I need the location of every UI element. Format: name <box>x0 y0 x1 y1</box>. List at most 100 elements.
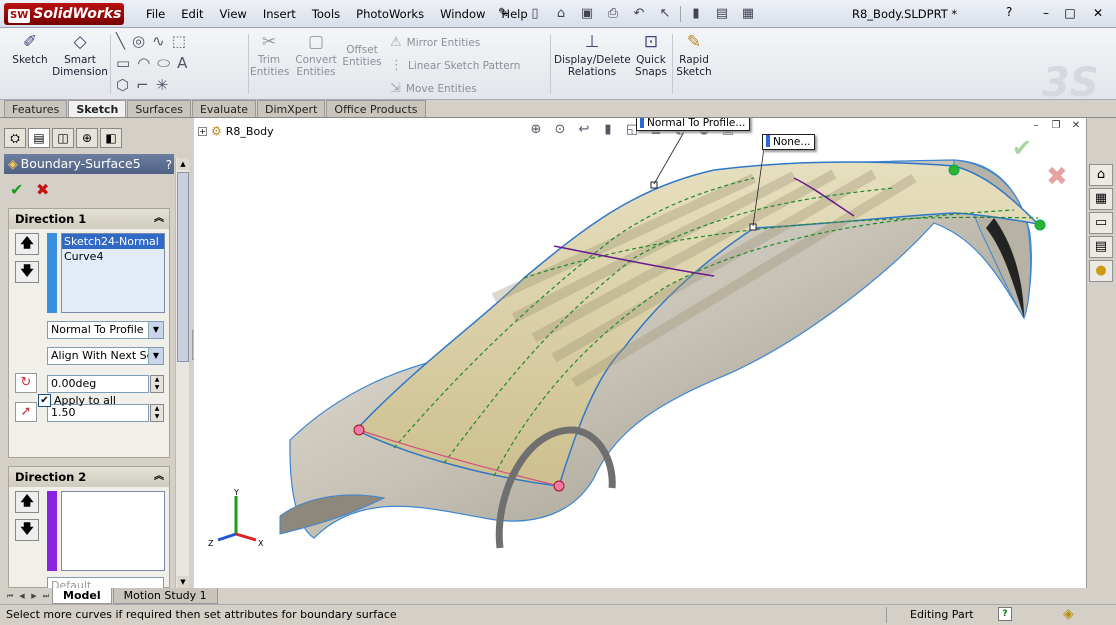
app-logo[interactable]: SW SolidWorks <box>4 3 124 25</box>
design-library-icon[interactable]: ▦ <box>1089 188 1113 210</box>
display-delete-relations-button[interactable]: ⊥ Display/Delete Relations <box>554 32 631 78</box>
pin-icon[interactable]: ✎ <box>498 6 509 21</box>
smart-dimension-button[interactable]: ◇ Smart Dimension <box>52 32 108 78</box>
draft-angle-stepper[interactable]: ▲ ▼ <box>150 375 164 393</box>
move-up-button[interactable]: 🡅 <box>15 491 39 513</box>
select-arrow-icon[interactable]: ↖ <box>654 4 676 24</box>
rebuild-icon[interactable]: ▮ <box>685 4 707 24</box>
text-icon[interactable]: A <box>177 54 187 72</box>
none-callout[interactable]: None... <box>762 134 816 150</box>
print-icon[interactable]: ⎙ <box>602 4 624 24</box>
tab-surfaces[interactable]: Surfaces <box>127 100 191 117</box>
direction1-curve-list[interactable]: Sketch24-Normal Curve4 <box>61 233 165 313</box>
quick-tips-icon[interactable]: ? <box>998 607 1012 621</box>
tab-motion-study[interactable]: Motion Study 1 <box>112 588 218 604</box>
first-tab-icon[interactable]: ⏮ <box>4 588 16 604</box>
quick-snaps-button[interactable]: ⊡ Quick Snaps <box>632 32 670 78</box>
panel-scrollbar[interactable]: ▲ ▼ <box>175 158 189 588</box>
move-up-button[interactable]: 🡅 <box>15 233 39 255</box>
tangency-callout[interactable]: Normal To Profile... <box>636 118 751 131</box>
offset-entities-button[interactable]: Offset Entities <box>342 44 382 68</box>
configuration-manager-tab-icon[interactable]: ◫ <box>52 128 74 148</box>
view-palette-icon[interactable]: ▤ <box>1089 236 1113 258</box>
menu-tools[interactable]: Tools <box>304 0 348 28</box>
file-properties-icon[interactable]: ▤ <box>711 4 733 24</box>
viewport-close-button[interactable]: ✕ <box>1068 118 1084 134</box>
zoom-to-area-icon[interactable]: ⊙ <box>550 122 570 137</box>
list-item[interactable]: Sketch24-Normal <box>62 234 164 249</box>
tab-features[interactable]: Features <box>4 100 68 117</box>
direction2-header[interactable]: Direction 2 ︽ <box>9 467 169 487</box>
cancel-button[interactable]: ✖ <box>36 180 49 199</box>
ellipse-icon[interactable]: ⬭ <box>157 54 170 72</box>
point-icon[interactable]: ✳ <box>156 76 169 94</box>
grid-icon[interactable]: ⬚ <box>172 32 186 50</box>
draft-angle-input[interactable]: 0.00deg <box>47 375 149 393</box>
last-tab-icon[interactable]: ⏭ <box>40 588 52 604</box>
tab-model[interactable]: Model <box>52 588 112 604</box>
arc-icon[interactable]: ◠ <box>137 54 150 72</box>
menu-photoworks[interactable]: PhotoWorks <box>348 0 432 28</box>
move-down-button[interactable]: 🡇 <box>15 519 39 541</box>
tab-sketch[interactable]: Sketch <box>68 100 127 117</box>
feature-manager-tab-icon[interactable]: ⛭ <box>4 128 26 148</box>
help-icon[interactable]: ? <box>166 155 172 175</box>
mirror-entities-button[interactable]: ⚠ Mirror Entities <box>390 35 480 50</box>
convert-entities-button[interactable]: ▢ Convert Entities <box>292 32 340 78</box>
move-down-button[interactable]: 🡇 <box>15 261 39 283</box>
menu-view[interactable]: View <box>212 0 255 28</box>
spline-icon[interactable]: ∿ <box>152 32 165 50</box>
tab-office-products[interactable]: Office Products <box>326 100 426 117</box>
help-icon[interactable]: ? <box>1006 5 1012 19</box>
property-manager-tab-icon[interactable]: ▤ <box>28 128 50 148</box>
rectangle-icon[interactable]: ▭ <box>116 54 130 72</box>
display-manager-tab-icon[interactable]: ◧ <box>100 128 122 148</box>
section-view-icon[interactable]: ▮ <box>598 122 618 137</box>
direction1-header[interactable]: Direction 1 ︽ <box>9 209 169 229</box>
minimize-button[interactable]: – <box>1036 4 1056 22</box>
graphics-area[interactable]: + ⚙ R8_Body ⊕ ⊙ ↩ ▮ ◱ ◼ ◐ ● ▣ – ❐ ✕ Norm… <box>194 118 1086 588</box>
tab-evaluate[interactable]: Evaluate <box>191 100 257 117</box>
trim-entities-button[interactable]: ✂ Trim Entities <box>250 32 289 78</box>
move-entities-button[interactable]: ⇲ Move Entities <box>390 81 477 96</box>
maximize-button[interactable]: □ <box>1060 4 1080 22</box>
fillet-icon[interactable]: ⌐ <box>136 76 149 94</box>
menu-file[interactable]: File <box>138 0 173 28</box>
dimxpert-manager-tab-icon[interactable]: ⊕ <box>76 128 98 148</box>
options-icon[interactable]: ▦ <box>737 4 759 24</box>
prev-tab-icon[interactable]: ◀ <box>16 588 28 604</box>
list-item[interactable]: Curve4 <box>62 249 164 264</box>
scroll-down-icon[interactable]: ▼ <box>177 576 189 588</box>
sketch-button[interactable]: ✐ Sketch <box>10 32 50 66</box>
close-button[interactable]: ✕ <box>1088 4 1108 22</box>
polygon-icon[interactable]: ⬡ <box>116 76 129 94</box>
direction2-curve-list[interactable] <box>61 491 165 571</box>
home-icon[interactable]: ⌂ <box>1089 164 1113 186</box>
collapse-icon[interactable]: ︽ <box>154 467 164 487</box>
apply-to-all-checkbox[interactable]: ✔ Apply to all <box>38 394 116 407</box>
open-document-icon[interactable]: ⌂ <box>550 4 572 24</box>
reverse-direction-icon[interactable]: ↻ <box>15 373 37 393</box>
alignment-select[interactable]: Align With Next Sec ▼ <box>47 347 164 365</box>
zoom-to-fit-icon[interactable]: ⊕ <box>526 122 546 137</box>
ok-button[interactable]: ✔ <box>10 180 23 199</box>
tag-icon[interactable]: ◈ <box>1063 606 1074 622</box>
viewport-minimize-button[interactable]: – <box>1028 118 1044 134</box>
menu-edit[interactable]: Edit <box>173 0 211 28</box>
undo-icon[interactable]: ↶ <box>628 4 650 24</box>
line-icon[interactable]: ╲ <box>116 32 125 50</box>
scroll-thumb[interactable] <box>177 172 189 362</box>
appearances-icon[interactable]: ● <box>1089 260 1113 282</box>
file-explorer-icon[interactable]: ▭ <box>1089 212 1113 234</box>
collapse-icon[interactable]: ︽ <box>154 209 164 229</box>
next-tab-icon[interactable]: ▶ <box>28 588 40 604</box>
menu-insert[interactable]: Insert <box>255 0 304 28</box>
expand-icon[interactable]: + <box>198 126 207 136</box>
cancel-x-icon[interactable]: ✖ <box>1046 162 1068 192</box>
tangent-length-stepper[interactable]: ▲ ▼ <box>150 404 164 422</box>
tangency-type-select[interactable]: Normal To Profile ▼ <box>47 321 164 339</box>
circle-icon[interactable]: ◎ <box>132 32 145 50</box>
tab-dimxpert[interactable]: DimXpert <box>257 100 326 117</box>
save-icon[interactable]: ▣ <box>576 4 598 24</box>
feature-tree-root[interactable]: + ⚙ R8_Body <box>198 124 274 138</box>
